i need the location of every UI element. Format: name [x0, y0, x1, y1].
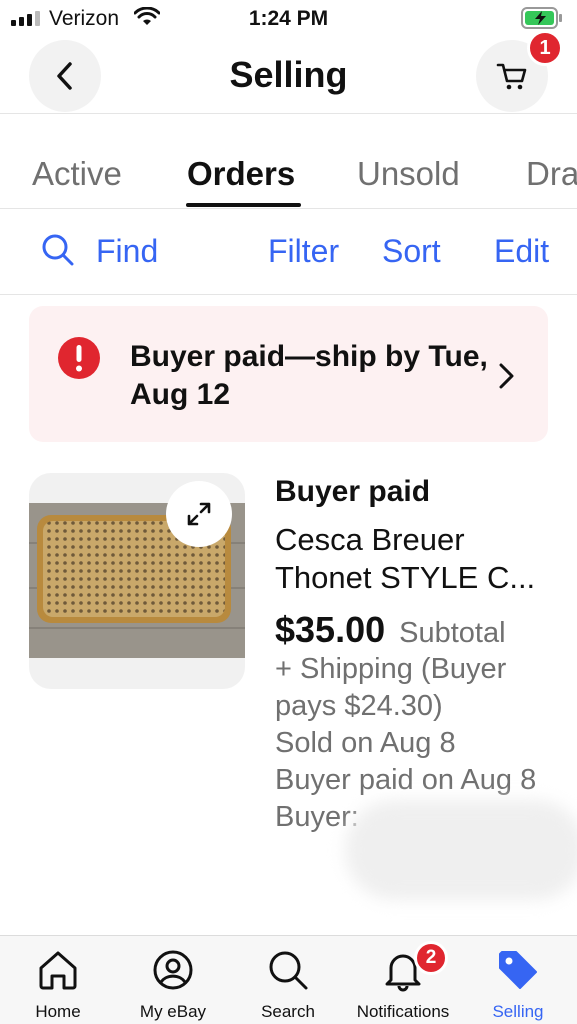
- nav-search-label: Search: [261, 1002, 315, 1021]
- price-label: Subtotal: [399, 617, 506, 649]
- expand-icon: [187, 502, 211, 526]
- nav-my-ebay[interactable]: My eBay: [115, 936, 231, 1024]
- edit-button[interactable]: Edit: [494, 233, 549, 270]
- header: Selling 1: [0, 30, 577, 114]
- tab-unsold[interactable]: Unsold: [357, 155, 460, 193]
- tab-orders[interactable]: Orders: [187, 155, 295, 193]
- paid-date: Buyer paid on Aug 8: [275, 764, 537, 796]
- expand-image-button[interactable]: [166, 481, 232, 547]
- search-icon: [269, 951, 308, 990]
- alert-icon: [58, 337, 100, 379]
- clock: 1:24 PM: [248, 7, 329, 30]
- redaction-overlay: [345, 800, 577, 900]
- bottom-nav: Home My eBay Search Notifications Sellin…: [0, 935, 577, 1024]
- order-info: Buyer paid Cesca Breuer Thonet STYLE C..…: [275, 473, 565, 836]
- tab-drafts[interactable]: Drafts: [526, 155, 577, 193]
- ship-by-alert[interactable]: Buyer paid—ship by Tue, Aug 12: [29, 306, 548, 442]
- tab-bar: Active Orders Unsold Drafts: [0, 114, 577, 209]
- account-icon: [153, 950, 193, 990]
- item-title[interactable]: Cesca Breuer Thonet STYLE C...: [275, 521, 565, 597]
- tab-active[interactable]: Active: [32, 155, 122, 193]
- search-icon[interactable]: [41, 233, 75, 267]
- filter-button[interactable]: Filter: [268, 233, 339, 270]
- order-status: Buyer paid: [275, 475, 431, 508]
- nav-search[interactable]: Search: [230, 936, 346, 1024]
- cart-icon: [496, 63, 527, 90]
- chevron-right-icon: [499, 363, 514, 389]
- item-thumbnail[interactable]: [29, 473, 245, 689]
- status-bar: Verizon 1:24 PM: [0, 0, 577, 38]
- nav-notifications-label: Notifications: [356, 1002, 450, 1021]
- nav-selling[interactable]: Selling: [460, 936, 576, 1024]
- home-icon: [39, 951, 77, 990]
- item-price: $35.00: [275, 609, 386, 650]
- nav-selling-label: Selling: [492, 1002, 544, 1021]
- price-row: $35.00 Subtotal: [275, 609, 565, 651]
- nav-home-label: Home: [35, 1002, 81, 1021]
- toolbar: Find Filter Sort Edit: [0, 209, 577, 295]
- tag-icon: [499, 951, 537, 989]
- sort-button[interactable]: Sort: [382, 233, 441, 270]
- notifications-count-badge: 2: [414, 941, 448, 975]
- cart-count-badge: 1: [527, 30, 563, 66]
- alert-text: Buyer paid—ship by Tue, Aug 12: [130, 340, 488, 411]
- nav-my-ebay-label: My eBay: [139, 1002, 207, 1021]
- active-tab-indicator: [186, 203, 301, 207]
- shipping-info: + Shipping (Buyer pays $24.30): [275, 653, 507, 722]
- nav-home[interactable]: Home: [0, 936, 116, 1024]
- find-button[interactable]: Find: [96, 233, 158, 270]
- sold-date: Sold on Aug 8: [275, 727, 456, 759]
